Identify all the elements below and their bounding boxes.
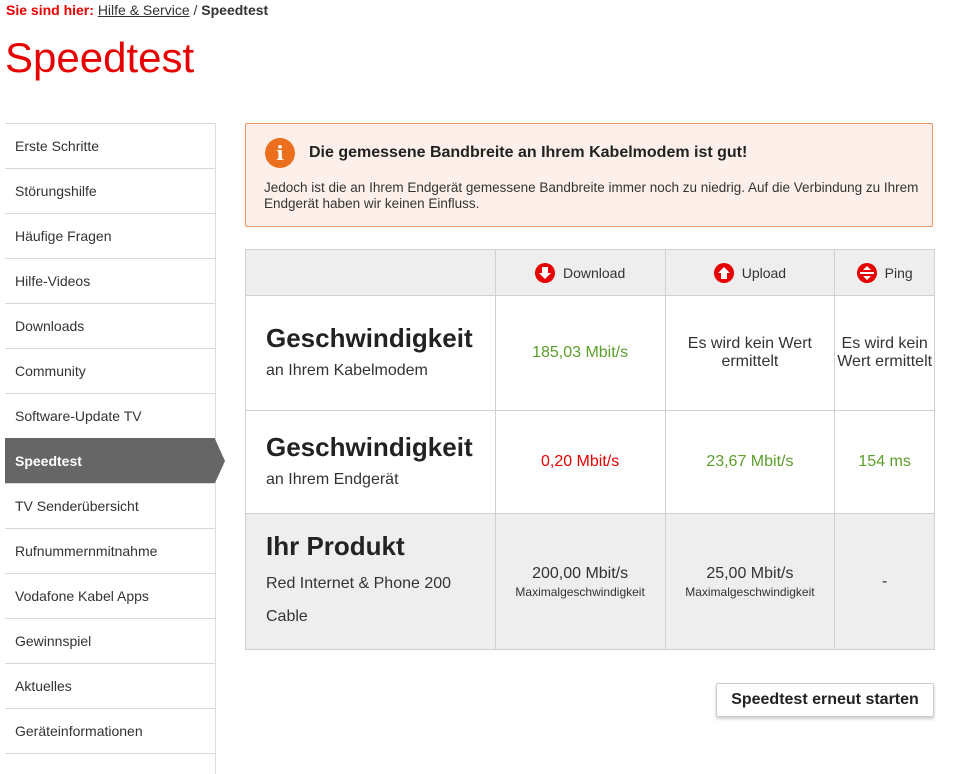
download-value: 0,20 Mbit/s (494, 410, 666, 514)
breadcrumb-separator: / (193, 2, 198, 18)
upload-value: 25,00 Mbit/s (706, 564, 794, 582)
sidebar-item-gewinnspiel[interactable]: Gewinnspiel (5, 618, 215, 663)
breadcrumb-link-hilfe[interactable]: Hilfe & Service (98, 2, 190, 18)
sidebar-item-aktuelles[interactable]: Aktuelles (5, 663, 215, 708)
upload-header-label: Upload (741, 264, 787, 281)
download-value-cell: 200,00 Mbit/s Maximalgeschwindigkeit (494, 513, 666, 650)
table-header-empty (245, 249, 496, 296)
row-subtitle: an Ihrem Endgerät (266, 471, 399, 488)
info-icon: i (265, 138, 295, 168)
sidebar-item-hilfe-videos[interactable]: Hilfe-Videos (5, 258, 215, 303)
alert-text: Jedoch ist die an Ihrem Endgerät gemesse… (264, 180, 919, 211)
alert-title: Die gemessene Bandbreite an Ihrem Kabelm… (309, 144, 748, 161)
sidebar-item-erste-schritte[interactable]: Erste Schritte (5, 123, 215, 168)
speedtest-results-table: Download Upload Ping Geschwindigkeit an … (245, 249, 935, 650)
sidebar-item-vodafone-kabel-apps[interactable]: Vodafone Kabel Apps (5, 573, 215, 618)
upload-note: Maximalgeschwindigkeit (685, 584, 815, 599)
sidebar-item-stoerungshilfe[interactable]: Störungshilfe (5, 168, 215, 213)
upload-value: 23,67 Mbit/s (664, 410, 836, 514)
page-title: Speedtest (5, 34, 195, 81)
download-value: 185,03 Mbit/s (494, 295, 666, 411)
sidebar-item-software-update-tv[interactable]: Software-Update TV (5, 393, 215, 438)
table-header-upload: Upload (664, 249, 836, 296)
ping-value: - (834, 513, 935, 650)
row-subtitle: Red Internet & Phone 200 Cable (266, 574, 452, 625)
sidebar-item-haeufige-fragen[interactable]: Häufige Fragen (5, 213, 215, 258)
info-alert: i Die gemessene Bandbreite an Ihrem Kabe… (245, 123, 933, 227)
ping-header-label: Ping (884, 264, 913, 281)
upload-arrow-icon (713, 262, 734, 283)
sidebar-item-speedtest[interactable]: Speedtest (5, 438, 225, 483)
table-row-produkt: Ihr Produkt Red Internet & Phone 200 Cab… (245, 513, 935, 650)
table-header-download: Download (494, 249, 666, 296)
breadcrumb-label: Sie sind hier: (6, 2, 94, 18)
download-value: 200,00 Mbit/s (532, 564, 629, 582)
table-row-kabelmodem: Geschwindigkeit an Ihrem Kabelmodem 185,… (245, 295, 935, 411)
ping-icon (856, 262, 877, 283)
download-header-label: Download (562, 264, 626, 281)
sidebar-item-community[interactable]: Community (5, 348, 215, 393)
row-label: Ihr Produkt Red Internet & Phone 200 Cab… (245, 513, 496, 650)
sidebar-item-geraeteinformationen[interactable]: Geräteinformationen (5, 708, 215, 754)
sidebar-nav: Erste Schritte Störungshilfe Häufige Fra… (5, 123, 225, 774)
download-arrow-icon (534, 262, 555, 283)
table-row-endgeraet: Geschwindigkeit an Ihrem Endgerät 0,20 M… (245, 410, 935, 514)
row-subtitle: an Ihrem Kabelmodem (266, 362, 428, 379)
upload-value: Es wird kein Wert ermittelt (664, 295, 836, 411)
row-label: Geschwindigkeit an Ihrem Endgerät (245, 410, 496, 514)
breadcrumb-current: Speedtest (201, 2, 269, 18)
sidebar-item-tv-senderuebersicht[interactable]: TV Senderübersicht (5, 483, 215, 528)
breadcrumb: Sie sind hier: Hilfe & Service / Speedte… (6, 2, 268, 18)
row-title: Geschwindigkeit (266, 323, 473, 353)
upload-value-cell: 25,00 Mbit/s Maximalgeschwindigkeit (664, 513, 836, 650)
row-title: Ihr Produkt (266, 530, 405, 561)
row-label: Geschwindigkeit an Ihrem Kabelmodem (245, 295, 496, 411)
table-header-ping: Ping (834, 249, 935, 296)
download-note: Maximalgeschwindigkeit (515, 584, 645, 599)
ping-value: Es wird kein Wert ermittelt (834, 295, 935, 411)
row-title: Geschwindigkeit (266, 432, 473, 462)
sidebar-item-rufnummernmitnahme[interactable]: Rufnummernmitnahme (5, 528, 215, 573)
restart-speedtest-button[interactable]: Speedtest erneut starten (716, 683, 934, 717)
sidebar-item-downloads[interactable]: Downloads (5, 303, 215, 348)
ping-value: 154 ms (834, 410, 935, 514)
